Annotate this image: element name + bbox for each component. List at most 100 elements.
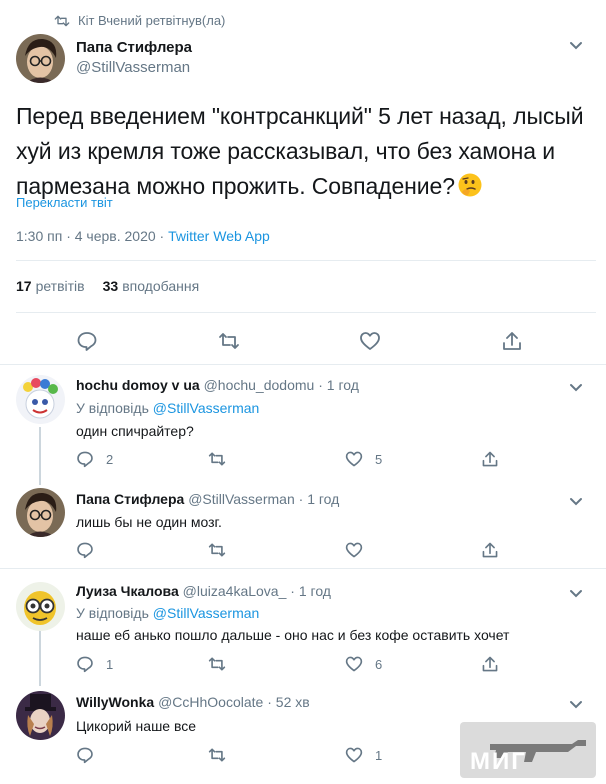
thinking-face-icon [457, 172, 483, 208]
divider [0, 364, 606, 365]
chevron-down-icon[interactable] [569, 380, 583, 398]
reply-action[interactable] [76, 541, 106, 559]
like-icon [345, 655, 363, 673]
translate-link[interactable]: Перекласти твіт [16, 195, 113, 210]
avatar[interactable] [16, 691, 65, 740]
retweets-stat[interactable]: 17 ретвітів [16, 278, 85, 294]
like-action[interactable]: 1 [345, 746, 382, 764]
like-action[interactable] [345, 541, 375, 559]
reply-author-handle[interactable]: @hochu_dodomu [204, 377, 315, 393]
likes-count: 33 [102, 278, 119, 294]
reply-to: У відповідь @StillVasserman [76, 605, 259, 621]
like-icon[interactable] [359, 330, 381, 352]
avatar[interactable] [16, 582, 65, 631]
reply-author-name[interactable]: hochu domoy v ua [76, 377, 200, 393]
chevron-down-icon[interactable] [569, 494, 583, 512]
reply-header: Луиза Чкалова @luiza4kaLova_ · 1 год [76, 583, 331, 599]
retweet-header: Кіт Вчений ретвітнув(ла) [54, 13, 225, 28]
avatar[interactable] [16, 488, 65, 537]
retweets-label: ретвітів [35, 278, 85, 294]
reply-count: 2 [106, 451, 114, 467]
avatar[interactable] [16, 34, 65, 83]
chevron-down-icon[interactable] [569, 38, 583, 56]
reply-count: 1 [106, 656, 114, 672]
tweet-text: Перед введением "контрсанкций" 5 лет наз… [16, 99, 596, 208]
reply-sep: · [298, 491, 308, 507]
tweet-source[interactable]: Twitter Web App [168, 228, 270, 244]
reply-author-handle[interactable]: @luiza4kaLova_ [183, 583, 287, 599]
chevron-down-icon[interactable] [569, 586, 583, 604]
watermark: МИГ [460, 722, 596, 778]
share-icon[interactable] [501, 330, 523, 352]
tweet-timestamp[interactable]: 1:30 пп · 4 черв. 2020 [16, 228, 156, 244]
retweet-action[interactable] [208, 541, 238, 559]
retweet-icon [208, 655, 226, 673]
reply-action[interactable] [76, 746, 106, 764]
reply-author-name[interactable]: WillyWonka [76, 694, 154, 710]
reply-header: hochu domoy v ua @hochu_dodomu · 1 год [76, 377, 359, 393]
share-action[interactable] [481, 541, 499, 559]
retweet-action[interactable] [208, 450, 238, 468]
tweet-actions [0, 330, 606, 352]
reply-tweet[interactable]: Папа Стифлера @StillVasserman · 1 год ли… [0, 476, 606, 568]
like-count: 5 [375, 451, 383, 467]
reply-icon [76, 450, 94, 468]
reply-time[interactable]: 1 год [307, 491, 339, 507]
author-handle[interactable]: @StillVasserman [76, 59, 190, 76]
share-icon [481, 541, 499, 559]
like-icon [345, 450, 363, 468]
reply-action[interactable]: 2 [76, 450, 113, 468]
share-icon [481, 655, 499, 673]
reply-icon[interactable] [76, 330, 98, 352]
retweet-icon[interactable] [218, 330, 240, 352]
reply-to: У відповідь @StillVasserman [76, 400, 259, 416]
reply-time[interactable]: 1 год [299, 583, 331, 599]
retweet-icon [208, 746, 226, 764]
reply-author-handle[interactable]: @StillVasserman [188, 491, 295, 507]
reply-icon [76, 541, 94, 559]
like-action[interactable]: 6 [345, 655, 382, 673]
reply-sep: · [267, 694, 276, 710]
reply-header: WillyWonka @CcHhOocolate · 52 хв [76, 694, 310, 710]
reply-sep: · [318, 377, 327, 393]
reply-to-mention[interactable]: @StillVasserman [153, 400, 260, 416]
reply-tweet[interactable]: Луиза Чкалова @luiza4kaLova_ · 1 год У в… [0, 569, 606, 681]
reply-action[interactable]: 1 [76, 655, 113, 673]
reply-text: наше еб анько пошло дальше - оно нас и б… [76, 627, 510, 643]
reply-to-prefix: У відповідь [76, 605, 149, 621]
author-name[interactable]: Папа Стифлера [76, 39, 192, 56]
like-icon [345, 746, 363, 764]
chevron-down-icon[interactable] [569, 697, 583, 715]
like-count: 6 [375, 656, 383, 672]
tweet-meta: 1:30 пп · 4 черв. 2020 · Twitter Web App [16, 228, 270, 244]
reply-tweet[interactable]: hochu domoy v ua @hochu_dodomu · 1 год У… [0, 366, 606, 476]
share-icon [481, 450, 499, 468]
tweet-text-body: Перед введением "контрсанкций" 5 лет наз… [16, 103, 584, 199]
reply-author-name[interactable]: Папа Стифлера [76, 491, 184, 507]
like-action[interactable]: 5 [345, 450, 382, 468]
retweet-icon [54, 15, 70, 27]
watermark-text: МИГ [470, 748, 527, 775]
reply-to-mention[interactable]: @StillVasserman [153, 605, 260, 621]
reply-sep: · [290, 583, 299, 599]
reply-time[interactable]: 1 год [327, 377, 359, 393]
meta-sep: · [159, 228, 169, 244]
share-action[interactable] [481, 450, 499, 468]
reply-to-prefix: У відповідь [76, 400, 149, 416]
retweet-icon [208, 450, 226, 468]
reply-text: лишь бы не один мозг. [76, 514, 222, 530]
reply-header: Папа Стифлера @StillVasserman · 1 год [76, 491, 339, 507]
likes-stat[interactable]: 33 вподобання [103, 278, 200, 294]
retweet-action[interactable] [208, 655, 238, 673]
likes-label: вподобання [122, 278, 200, 294]
share-action[interactable] [481, 655, 499, 673]
reply-author-name[interactable]: Луиза Чкалова [76, 583, 179, 599]
like-icon [345, 541, 363, 559]
reply-time[interactable]: 52 хв [276, 694, 310, 710]
reply-icon [76, 746, 94, 764]
retweet-action[interactable] [208, 746, 238, 764]
reply-author-handle[interactable]: @CcHhOocolate [158, 694, 263, 710]
retweet-header-text[interactable]: Кіт Вчений ретвітнув(ла) [78, 13, 225, 28]
divider [16, 260, 596, 261]
avatar[interactable] [16, 375, 65, 424]
